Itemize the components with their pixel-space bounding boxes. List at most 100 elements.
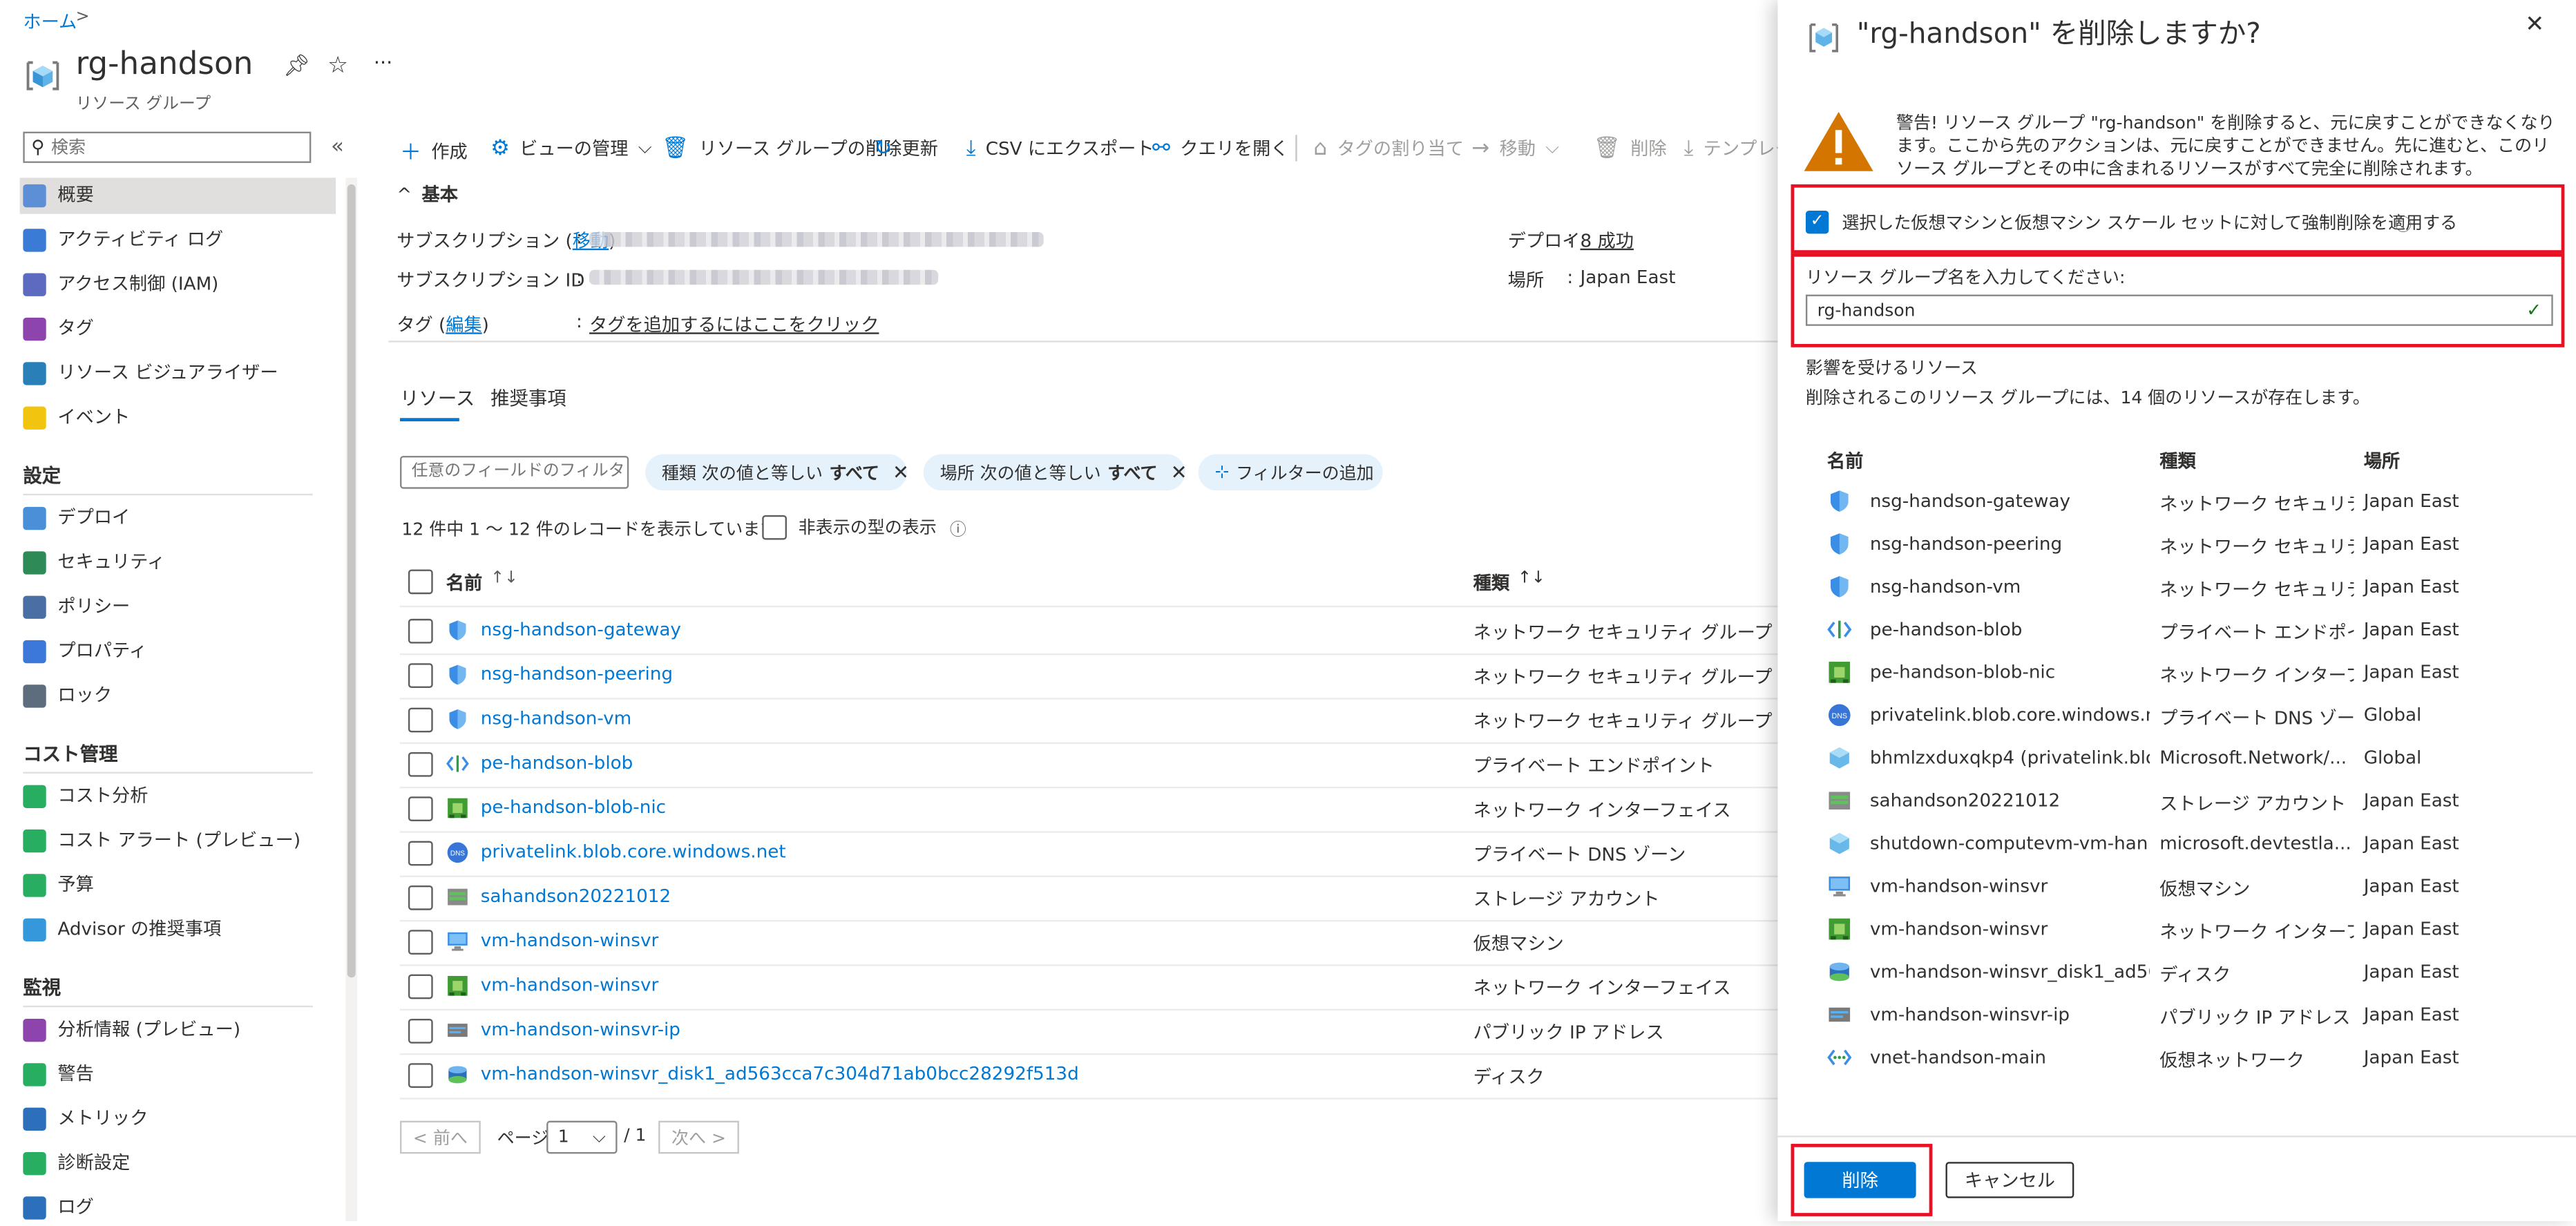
sidebar-item-overview[interactable]: 概要	[19, 178, 336, 214]
table-row-name-link[interactable]: sahandson20221012	[481, 885, 671, 907]
sidebar-item-iam[interactable]: アクセス制御 (IAM)	[23, 267, 336, 303]
type-filter-pill[interactable]: 種類 次の値と等しい すべて ✕	[645, 454, 909, 491]
row-divider	[400, 1008, 1778, 1011]
row-checkbox[interactable]	[408, 796, 433, 822]
sidebar-item-security[interactable]: セキュリティ	[23, 545, 336, 581]
open-query-button[interactable]: ⚯ クエリを開く	[1152, 135, 1289, 161]
close-icon[interactable]: ✕	[893, 461, 909, 483]
tab-recommendations[interactable]: 推奨事項	[490, 385, 566, 412]
delete-resource-group-button[interactable]: 🗑︎ リソース グループの削除	[662, 135, 901, 161]
row-checkbox[interactable]	[408, 751, 433, 777]
nic-icon	[446, 975, 469, 997]
essentials-toggle[interactable]: ^ 基本	[397, 181, 458, 207]
info-icon[interactable]: ⓘ	[950, 515, 966, 539]
select-all-checkbox[interactable]	[408, 569, 433, 595]
add-tags-link[interactable]: タグを追加するにはここをクリック	[589, 311, 879, 337]
show-hidden-types-checkbox[interactable]	[762, 515, 787, 540]
delete-button[interactable]: 🗑︎ 削除	[1594, 135, 1667, 161]
sidebar-item-tag[interactable]: タグ	[23, 311, 336, 347]
create-button[interactable]: ＋作成	[400, 135, 468, 166]
manage-view-button[interactable]: ⚙ ビューの管理 ⌵	[490, 135, 652, 161]
info-icon[interactable]: ⓘ	[2395, 211, 2412, 236]
template-button[interactable]: ⤓ テンプレー	[1684, 135, 1793, 161]
row-checkbox[interactable]	[408, 618, 433, 644]
confirm-name-input[interactable]: rg-handson ✓	[1805, 294, 2553, 326]
table-row-name-link[interactable]: pe-handson-blob-nic	[481, 796, 666, 818]
cancel-button[interactable]: キャンセル	[1945, 1162, 2074, 1198]
confirm-delete-button[interactable]: 削除	[1804, 1162, 1916, 1198]
row-checkbox[interactable]	[408, 663, 433, 689]
table-row-name-link[interactable]: vm-handson-winsvr_disk1_ad563cca7c304d71…	[481, 1063, 1079, 1084]
row-checkbox[interactable]	[408, 707, 433, 733]
sort-name-icon[interactable]: ↑↓	[490, 569, 518, 587]
affected-resources-summary: 削除されるこのリソース グループには、14 個のリソースが存在します。	[1805, 388, 2370, 408]
sidebar-item-metrics[interactable]: メトリック	[23, 1101, 336, 1137]
table-row-name-link[interactable]: vm-handson-winsvr	[481, 975, 658, 996]
sidebar-item-deploy[interactable]: デプロイ	[23, 500, 336, 536]
table-row-name-link[interactable]: vm-handson-winsvr-ip	[481, 1019, 680, 1040]
plus-icon: ＋	[400, 141, 422, 166]
refresh-button[interactable]: ↻ 更新	[874, 135, 938, 161]
favorite-star-icon[interactable]: ☆	[327, 52, 348, 79]
row-checkbox[interactable]	[408, 1018, 433, 1044]
add-filter-button[interactable]: ⊹ フィルターの追加	[1198, 454, 1383, 491]
export-csv-button[interactable]: ⤓ CSV にエクスポート	[966, 135, 1154, 161]
sidebar-item-logs[interactable]: ログ	[23, 1190, 336, 1226]
dialog-resource-location: Japan East	[2363, 575, 2459, 597]
table-row-name-link[interactable]: nsg-handson-gateway	[481, 619, 681, 640]
sidebar-item-budget[interactable]: 予算	[23, 868, 336, 903]
filter-input[interactable]	[411, 462, 626, 481]
table-row-name-link[interactable]: pe-handson-blob	[481, 752, 633, 774]
next-page-button[interactable]: 次へ >	[658, 1120, 739, 1154]
row-checkbox[interactable]	[408, 885, 433, 910]
close-icon[interactable]: ✕	[1171, 461, 1187, 483]
sidebar-search-input[interactable]	[51, 137, 282, 157]
sidebar-item-properties[interactable]: プロパティ	[23, 633, 336, 669]
page-select[interactable]: 1 ⌵	[546, 1120, 618, 1154]
move-button[interactable]: → 移動 ⌵	[1471, 135, 1559, 161]
table-row-name-link[interactable]: nsg-handson-vm	[481, 708, 631, 729]
force-delete-checkbox[interactable]: ✓	[1805, 210, 1829, 234]
sidebar-item-insights[interactable]: 分析情報 (プレビュー)	[23, 1012, 336, 1048]
sidebar-item-alerts[interactable]: 警告	[23, 1057, 336, 1093]
sidebar-item-event[interactable]: イベント	[23, 400, 336, 436]
private-endpoint-icon	[446, 752, 469, 775]
collapse-sidebar-icon[interactable]: «	[331, 135, 344, 160]
row-checkbox[interactable]	[408, 841, 433, 866]
table-row-name-link[interactable]: nsg-handson-peering	[481, 663, 673, 684]
more-options-icon[interactable]: ···	[374, 51, 392, 74]
location-filter-pill[interactable]: 場所 次の値と等しい すべて ✕	[923, 454, 1187, 491]
assign-tags-button[interactable]: ⌂ タグの割り当て	[1313, 135, 1463, 161]
sidebar-item-activity-log[interactable]: アクティビティ ログ	[23, 222, 336, 258]
sidebar-item-diagnostic[interactable]: 診断設定	[23, 1145, 336, 1181]
sidebar-item-cost-alert[interactable]: コスト アラート (プレビュー)	[23, 823, 336, 859]
sidebar-scrollbar[interactable]	[345, 178, 358, 1222]
row-checkbox[interactable]	[408, 1063, 433, 1089]
column-header-name[interactable]: 名前	[446, 569, 482, 595]
sidebar-scroll-thumb[interactable]	[347, 184, 356, 978]
sidebar-item-policy[interactable]: ポリシー	[23, 589, 336, 625]
prev-page-button[interactable]: < 前へ	[400, 1120, 481, 1154]
tab-resources[interactable]: リソース	[400, 385, 475, 412]
sidebar-item-advisor[interactable]: Advisor の推奨事項	[23, 912, 336, 948]
dialog-resource-location: Global	[2363, 704, 2422, 726]
sidebar-item-cost-analysis[interactable]: コスト分析	[23, 778, 336, 814]
sort-type-icon[interactable]: ↑↓	[1518, 569, 1545, 587]
sidebar-item-lock[interactable]: ロック	[23, 678, 336, 714]
breadcrumb-home[interactable]: ホーム	[23, 8, 77, 35]
column-header-type[interactable]: 種類	[1473, 569, 1509, 595]
row-checkbox[interactable]	[408, 930, 433, 955]
filter-field[interactable]	[400, 456, 629, 489]
svg-text:DNS: DNS	[1831, 712, 1847, 720]
close-icon[interactable]: ✕	[2525, 12, 2544, 38]
tags-edit-link[interactable]: 編集	[446, 314, 481, 336]
pin-icon[interactable]: 📌︎	[283, 55, 310, 79]
row-checkbox[interactable]	[408, 974, 433, 999]
tag-icon	[23, 317, 46, 341]
table-row-name-link[interactable]: privatelink.blob.core.windows.net	[481, 841, 786, 863]
table-row-name-link[interactable]: vm-handson-winsvr	[481, 930, 658, 951]
deploy-success-link[interactable]: 8 成功	[1580, 227, 1633, 253]
dialog-resource-location: Japan East	[2363, 918, 2459, 940]
sidebar-search[interactable]: ⚲	[23, 131, 312, 163]
sidebar-item-visualizer[interactable]: リソース ビジュアライザー	[23, 356, 336, 392]
